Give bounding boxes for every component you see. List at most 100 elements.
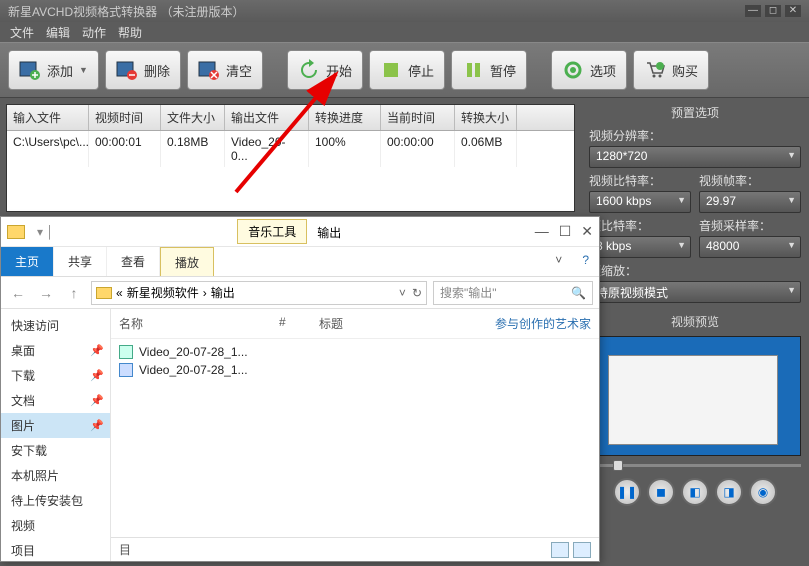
stop-icon — [380, 59, 402, 81]
explorer-maximize-button[interactable]: ☐ — [559, 223, 572, 240]
ribbon-tab-share[interactable]: 共享 — [54, 247, 107, 276]
path-folder-icon — [96, 287, 112, 299]
menu-help[interactable]: 帮助 — [118, 24, 142, 40]
start-label: 开始 — [326, 61, 352, 80]
sidebar-localphoto[interactable]: 本机照片 — [1, 463, 110, 488]
sidebar-project[interactable]: 项目 — [1, 538, 110, 561]
col-curtime[interactable]: 当前时间 — [381, 105, 455, 130]
col-vtime[interactable]: 视频时间 — [89, 105, 161, 130]
nav-forward-button[interactable]: → — [35, 282, 57, 304]
explorer-search-input[interactable]: 搜索"输出" 🔍 — [433, 281, 593, 305]
sidebar-anxia[interactable]: 安下载 — [1, 438, 110, 463]
explorer-sidebar: 快速访问 桌面📌 下载📌 文档📌 图片📌 安下载 本机照片 待上传安装包 视频 … — [1, 309, 111, 561]
play-pause-button[interactable]: ❚❚ — [613, 478, 641, 506]
nav-back-button[interactable]: ← — [7, 282, 29, 304]
grid-header: 输入文件 视频时间 文件大小 输出文件 转换进度 当前时间 转换大小 — [7, 105, 574, 131]
col-progress[interactable]: 转换进度 — [309, 105, 381, 130]
fps-label: 视频帧率： — [699, 172, 801, 189]
seek-slider[interactable] — [589, 456, 801, 474]
audio-sample-select[interactable]: 48000 — [699, 236, 801, 258]
pause-button[interactable]: 暂停 — [451, 50, 527, 90]
clear-button[interactable]: 清空 — [187, 50, 263, 90]
list-header: 名称 # 标题 参与创作的艺术家 — [111, 309, 599, 339]
stop-label: 停止 — [408, 61, 434, 80]
buy-button[interactable]: 购买 — [633, 50, 709, 90]
minimize-button[interactable]: — — [745, 5, 761, 17]
breadcrumb-sep: › — [203, 286, 207, 300]
snapshot-button[interactable]: ◉ — [749, 478, 777, 506]
explorer-address-bar: ← → ↑ « 新星视频软件 › 输出 ˅↻ 搜索"输出" 🔍 — [1, 277, 599, 309]
col-title[interactable]: 标题 — [319, 315, 439, 332]
col-artist[interactable]: 参与创作的艺术家 — [439, 315, 591, 332]
stop-button[interactable]: 停止 — [369, 50, 445, 90]
video-file-icon — [119, 345, 133, 359]
preset-title: 预置选项 — [589, 102, 801, 127]
start-button[interactable]: 开始 — [287, 50, 363, 90]
pin-icon: 📌 — [90, 419, 104, 432]
titlebar: 新星AVCHD视频格式转换器 （未注册版本） — ◻ ✕ — [0, 0, 809, 22]
ribbon-tab-view[interactable]: 查看 — [107, 247, 160, 276]
film-plus-icon — [19, 59, 41, 81]
sidebar-quick-access[interactable]: 快速访问 — [1, 313, 110, 338]
gear-icon — [562, 59, 584, 81]
audio-bitrate-select[interactable]: 8 kbps — [589, 236, 691, 258]
col-output[interactable]: 输出文件 — [225, 105, 309, 130]
ribbon-tab-play[interactable]: 播放 — [160, 247, 214, 276]
sidebar-pictures[interactable]: 图片📌 — [1, 413, 110, 438]
address-path[interactable]: « 新星视频软件 › 输出 ˅↻ — [91, 281, 427, 305]
stop-playback-button[interactable]: ◼ — [647, 478, 675, 506]
preview-thumbnail — [608, 355, 778, 445]
ribbon-tab-home[interactable]: 主页 — [1, 247, 54, 276]
pause-icon — [462, 59, 484, 81]
path-dropdown-icon[interactable]: ˅ — [399, 286, 406, 300]
resolution-select[interactable]: 1280*720 — [589, 146, 801, 168]
conversion-grid[interactable]: 输入文件 视频时间 文件大小 输出文件 转换进度 当前时间 转换大小 C:\Us… — [6, 104, 575, 212]
delete-button[interactable]: 删除 — [105, 50, 181, 90]
col-fsize[interactable]: 文件大小 — [161, 105, 225, 130]
add-button[interactable]: 添加 ▼ — [8, 50, 99, 90]
video-bitrate-select[interactable]: 1600 kbps — [589, 191, 691, 213]
ribbon-expand-icon[interactable]: ˅ — [545, 247, 572, 276]
mark-in-button[interactable]: ◧ — [681, 478, 709, 506]
folder-icon — [7, 225, 25, 239]
menu-file[interactable]: 文件 — [10, 24, 34, 40]
dropdown-icon: ▼ — [79, 65, 88, 75]
file-item[interactable]: Video_20-07-28_1... — [119, 361, 591, 379]
view-details-button[interactable] — [551, 542, 569, 558]
col-convsize[interactable]: 转换大小 — [455, 105, 517, 130]
fps-select[interactable]: 29.97 — [699, 191, 801, 213]
file-item[interactable]: Video_20-07-28_1... — [119, 343, 591, 361]
film-x-icon — [198, 59, 220, 81]
explorer-window: ▾ │ 音乐工具 输出 — ☐ ✕ 主页 共享 查看 播放 ˅ ? ← → ↑ … — [0, 216, 600, 562]
grid-row[interactable]: C:\Users\pc\... 00:00:01 0.18MB Video_20… — [7, 131, 574, 167]
nav-up-button[interactable]: ↑ — [63, 282, 85, 304]
explorer-close-button[interactable]: ✕ — [581, 223, 593, 240]
sidebar-pending[interactable]: 待上传安装包 — [1, 488, 110, 513]
delete-label: 删除 — [144, 61, 170, 80]
options-button[interactable]: 选项 — [551, 50, 627, 90]
menu-edit[interactable]: 编辑 — [46, 24, 70, 40]
refresh-icon[interactable]: ↻ — [412, 286, 422, 300]
menu-action[interactable]: 动作 — [82, 24, 106, 40]
close-button[interactable]: ✕ — [785, 5, 801, 17]
scale-select[interactable]: 持原视频模式 — [589, 281, 801, 303]
mark-out-button[interactable]: ◨ — [715, 478, 743, 506]
context-tab-music[interactable]: 音乐工具 — [237, 219, 307, 244]
col-input[interactable]: 输入文件 — [7, 105, 89, 130]
col-num[interactable]: # — [279, 315, 319, 332]
asamp-label: 音频采样率： — [699, 217, 801, 234]
sidebar-documents[interactable]: 文档📌 — [1, 388, 110, 413]
slider-thumb[interactable] — [613, 460, 623, 471]
explorer-ribbon: 主页 共享 查看 播放 ˅ ? — [1, 247, 599, 277]
sidebar-video[interactable]: 视频 — [1, 513, 110, 538]
explorer-minimize-button[interactable]: — — [535, 223, 549, 240]
breadcrumb-seg1[interactable]: 新星视频软件 — [127, 284, 199, 301]
help-icon[interactable]: ? — [572, 247, 599, 276]
col-name[interactable]: 名称 — [119, 315, 279, 332]
sidebar-downloads[interactable]: 下载📌 — [1, 363, 110, 388]
view-icons-button[interactable] — [573, 542, 591, 558]
maximize-button[interactable]: ◻ — [765, 5, 781, 17]
sidebar-desktop[interactable]: 桌面📌 — [1, 338, 110, 363]
breadcrumb-seg2[interactable]: 输出 — [211, 284, 235, 301]
explorer-file-list: 名称 # 标题 参与创作的艺术家 Video_20-07-28_1... Vid… — [111, 309, 599, 561]
